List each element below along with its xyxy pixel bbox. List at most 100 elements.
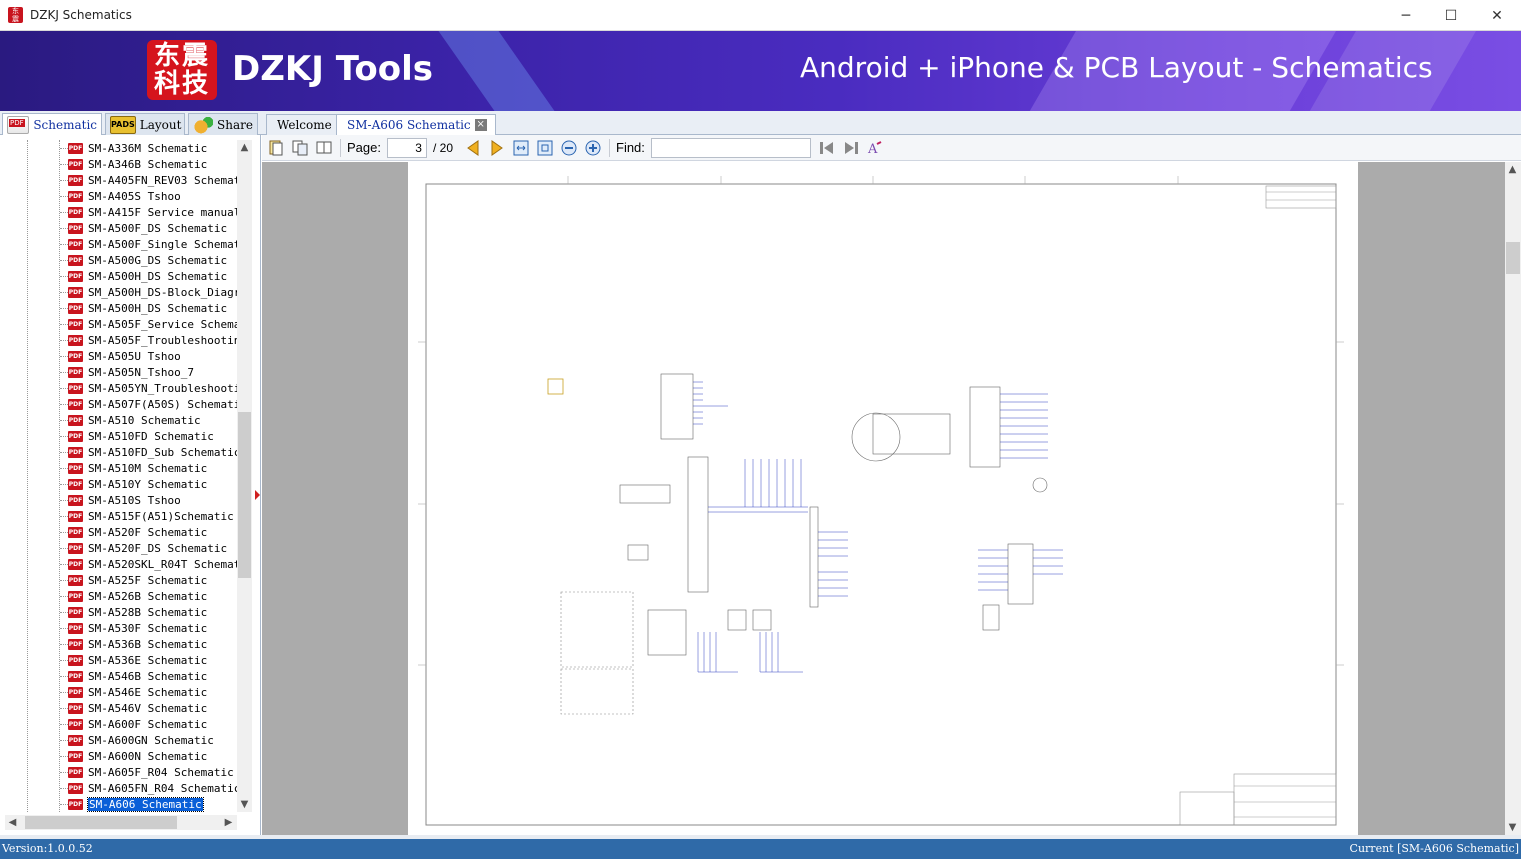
share-icon — [193, 115, 214, 134]
tree-item[interactable]: PDF SM-A507F(A50S) Schematic — [60, 396, 237, 412]
copy-pages-icon[interactable] — [290, 139, 310, 157]
tree-item[interactable]: PDF SM-A505U Tshoo — [60, 348, 181, 364]
tree-item[interactable]: PDF SM-A525F Schematic — [60, 572, 207, 588]
fit-page-icon[interactable] — [535, 139, 555, 157]
tree-item[interactable]: PDF SM-A600N Schematic — [60, 748, 207, 764]
tab-sm-a606-schematic[interactable]: SM-A606 Schematic × — [336, 114, 496, 135]
tree-item[interactable]: PDF SM-A515F(A51)Schematic — [60, 508, 234, 524]
tab-schematic[interactable]: PDF Schematic — [2, 113, 102, 136]
tree-item[interactable]: PDF SM-A520SKL_R04T Schematic — [60, 556, 237, 572]
pdf-file-icon: PDF — [68, 718, 83, 730]
scroll-down-icon[interactable]: ▼ — [237, 797, 252, 812]
tree-item[interactable]: PDF SM-A405FN_REV03 Schematic — [60, 172, 237, 188]
tree-item[interactable]: PDF SM-A605FN_R04 Schematic — [60, 780, 237, 796]
tree-item[interactable]: PDF SM-A336M Schematic — [60, 140, 207, 156]
viewer-vertical-scrollbar[interactable]: ▲ ▼ — [1505, 162, 1521, 835]
tree-item[interactable]: PDF SM-A600F Schematic — [60, 716, 207, 732]
pdf-file-icon: PDF — [68, 510, 83, 522]
file-tree-panel: PDF SM-A336M Schematic PDF SM-A346B Schemat… — [0, 135, 261, 835]
page-number-input[interactable] — [386, 137, 427, 158]
next-page-icon[interactable] — [487, 139, 507, 157]
tree-item[interactable]: PDF SM-A520F Schematic — [60, 524, 207, 540]
tree-item[interactable]: PDF SM-A510FD Schematic — [60, 428, 214, 444]
tree-item[interactable]: PDF SM-A500F_Single Schematic — [60, 236, 237, 252]
tree-item-label: SM-A510Y Schematic — [88, 477, 208, 491]
pdf-file-icon: PDF — [68, 366, 83, 378]
document-viewer[interactable] — [262, 162, 1505, 835]
pdf-file-icon: PDF — [68, 414, 83, 426]
open-document-icon[interactable] — [266, 139, 286, 157]
tree-item[interactable]: PDF SM-A500H_DS Schematic — [60, 300, 227, 316]
tree-item[interactable]: PDF SM-A528B Schematic — [60, 604, 207, 620]
close-tab-icon[interactable]: × — [474, 119, 487, 131]
tree-item[interactable]: PDF SM-A405S Tshoo — [60, 188, 181, 204]
tree-item[interactable]: PDF SM-A510 Schematic — [60, 412, 201, 428]
zoom-out-icon[interactable] — [559, 139, 579, 157]
tree-item[interactable]: PDF SM-A510M Schematic — [60, 460, 207, 476]
tree-item[interactable]: PDF SM-A500G_DS Schematic — [60, 252, 227, 268]
tree-item[interactable]: PDF SM-A510FD_Sub Schematic — [60, 444, 237, 460]
viewer-scroll-up-icon[interactable]: ▲ — [1505, 162, 1520, 177]
tree-horizontal-scrollbar[interactable]: ◀ ▶ — [5, 815, 237, 830]
tree-item-label: SM-A500H_DS Schematic — [88, 269, 228, 283]
tree-item-label: SM-A605FN_R04 Schematic — [88, 781, 237, 795]
find-input[interactable] — [650, 137, 811, 158]
two-page-view-icon[interactable] — [314, 139, 334, 157]
tree-item-label: SM-A500F_Single Schematic — [88, 237, 237, 251]
tree-item[interactable]: PDF SM-A510S Tshoo — [60, 492, 181, 508]
pdf-file-icon: PDF — [68, 382, 83, 394]
tree-item[interactable]: PDF SM-A600GN Schematic — [60, 732, 214, 748]
find-next-icon[interactable] — [841, 139, 861, 157]
pdf-file-icon: PDF — [68, 654, 83, 666]
tree-vertical-scrollbar[interactable]: ▲ ▼ — [237, 140, 252, 812]
tree-item[interactable]: PDF SM-A505F_Troubleshooting_ — [60, 332, 237, 348]
viewer-scroll-thumb[interactable] — [1506, 242, 1520, 274]
page-total: / 20 — [432, 140, 453, 155]
pdf-file-icon: PDF — [68, 334, 83, 346]
scroll-up-icon[interactable]: ▲ — [237, 140, 252, 155]
tree-scroll-thumb[interactable] — [238, 412, 251, 578]
tree-item[interactable]: PDF SM-A500H_DS Schematic — [60, 268, 227, 284]
minimize-button[interactable]: ─ — [1383, 0, 1429, 31]
tree-item[interactable]: PDF SM-A605F_R04 Schematic — [60, 764, 234, 780]
tree-item[interactable]: PDF SM-A536E Schematic — [60, 652, 207, 668]
schematic-page — [408, 162, 1358, 835]
tree-item[interactable]: PDF SM-A526B Schematic — [60, 588, 207, 604]
viewer-scroll-down-icon[interactable]: ▼ — [1505, 820, 1520, 835]
zoom-in-icon[interactable] — [583, 139, 603, 157]
maximize-button[interactable]: ☐ — [1428, 0, 1474, 31]
tree-item[interactable]: PDF SM-A510Y Schematic — [60, 476, 207, 492]
fit-width-icon[interactable] — [511, 139, 531, 157]
tree-item[interactable]: PDF SM-A505YN_Troubleshooting — [60, 380, 237, 396]
tree-hscroll-thumb[interactable] — [25, 816, 177, 829]
text-options-icon[interactable]: A — [865, 139, 885, 157]
scroll-left-icon[interactable]: ◀ — [5, 815, 20, 830]
pdf-file-icon: PDF — [68, 478, 83, 490]
tree-item[interactable]: PDF SM-A346B Schematic — [60, 156, 207, 172]
tree-item-label: SM-A510S Tshoo — [88, 493, 181, 507]
tree-item-label: SM-A505F_Troubleshooting_ — [88, 333, 237, 347]
collapse-panel-icon[interactable] — [255, 490, 260, 500]
scroll-right-icon[interactable]: ▶ — [221, 815, 236, 830]
tree-item[interactable]: PDF SM-A530F Schematic — [60, 620, 207, 636]
tree-item[interactable]: PDF SM-A546E Schematic — [60, 684, 207, 700]
tree-item[interactable]: PDF SM-A505N_Tshoo_7 — [60, 364, 194, 380]
close-button[interactable]: ✕ — [1474, 0, 1520, 31]
tree-item[interactable]: PDF SM-A546B Schematic — [60, 668, 207, 684]
tab-share[interactable]: Share — [188, 113, 258, 135]
tree-item[interactable]: PDF SM-A546V Schematic — [60, 700, 207, 716]
tab-welcome[interactable]: Welcome — [266, 114, 341, 135]
tree-item-label: SM-A346B Schematic — [88, 157, 208, 171]
find-previous-icon[interactable] — [817, 139, 837, 157]
tab-layout[interactable]: PADS Layout — [105, 113, 185, 135]
tree-item[interactable]: PDF SM-A505F_Service Schemati — [60, 316, 237, 332]
pdf-file-icon: PDF — [68, 702, 83, 714]
pdf-file-icon: PDF — [68, 462, 83, 474]
previous-page-icon[interactable] — [463, 139, 483, 157]
tree-item[interactable]: PDF SM-A500F_DS Schematic — [60, 220, 227, 236]
tree-item[interactable]: PDF SM-A606 Schematic — [60, 796, 204, 812]
tree-item[interactable]: PDF SM-A536B Schematic — [60, 636, 207, 652]
tree-item[interactable]: PDF SM-A415F Service manual — [60, 204, 237, 220]
tree-item[interactable]: PDF SM-A520F_DS Schematic — [60, 540, 227, 556]
tree-item[interactable]: PDF SM_A500H_DS-Block_Diagram — [60, 284, 237, 300]
